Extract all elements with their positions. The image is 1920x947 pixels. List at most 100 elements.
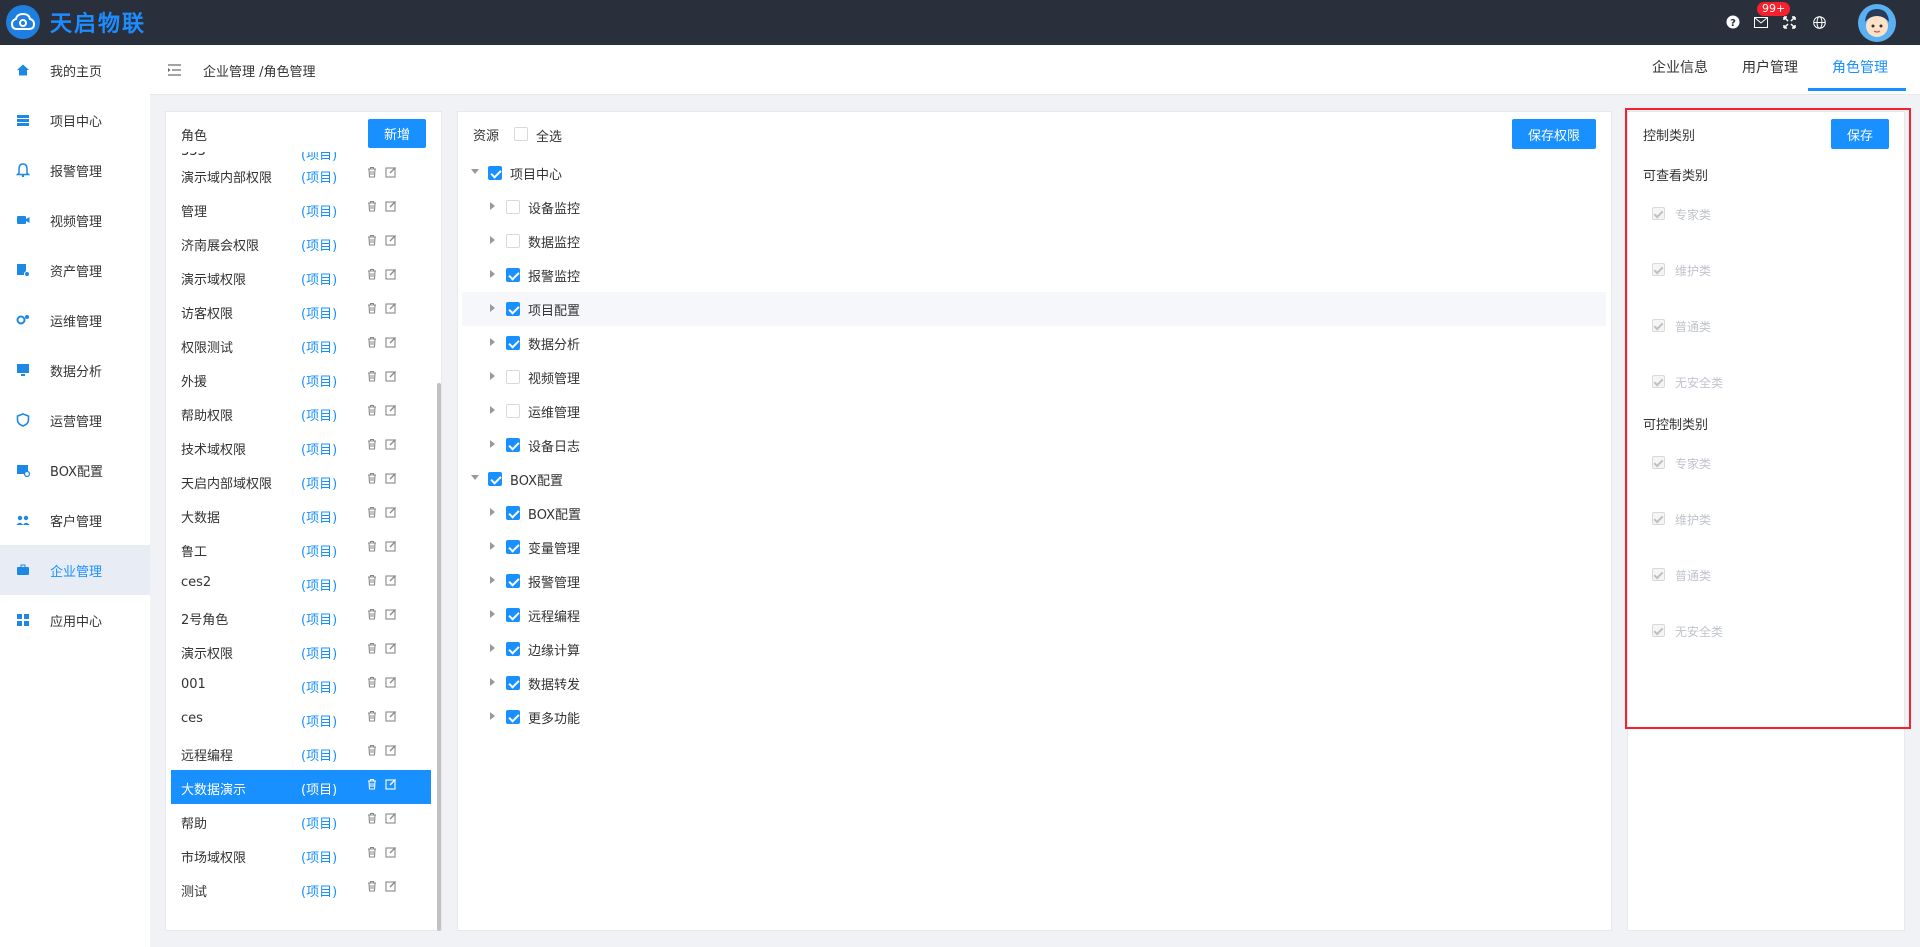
caret-right-icon[interactable] (490, 542, 495, 550)
role-row[interactable]: 外援 (项目) (171, 362, 431, 396)
role-row-selected[interactable]: 大数据演示 (项目) (171, 770, 431, 804)
tree-node[interactable]: 数据监控 (462, 224, 1606, 258)
role-row[interactable]: 访客权限 (项目) (171, 294, 431, 328)
tree-checkbox[interactable] (506, 642, 520, 656)
tree-node[interactable]: 数据转发 (462, 666, 1606, 700)
delete-icon[interactable] (366, 404, 378, 416)
select-all-checkbox[interactable] (514, 127, 528, 141)
edit-icon[interactable] (385, 710, 397, 722)
tree-checkbox[interactable] (488, 166, 502, 180)
role-row[interactable]: 市场域权限 (项目) (171, 838, 431, 872)
edit-icon[interactable] (385, 268, 397, 280)
role-row[interactable]: 演示域权限 (项目) (171, 260, 431, 294)
globe-icon[interactable] (1810, 13, 1828, 31)
tree-checkbox[interactable] (506, 234, 520, 248)
edit-icon[interactable] (385, 404, 397, 416)
tree-node[interactable]: 视频管理 (462, 360, 1606, 394)
role-row[interactable]: ces2 (项目) (171, 566, 431, 600)
edit-icon[interactable] (385, 846, 397, 858)
caret-down-icon[interactable] (471, 169, 479, 174)
caret-right-icon[interactable] (490, 440, 495, 448)
delete-icon[interactable] (366, 166, 378, 178)
tree-node[interactable]: BOX配置 (462, 496, 1606, 530)
sidebar-item-home[interactable]: 我的主页 (0, 45, 150, 95)
viewable-category-checkbox[interactable] (1652, 207, 1665, 220)
delete-icon[interactable] (366, 540, 378, 552)
tab-role-management[interactable]: 角色管理 (1832, 57, 1888, 77)
tree-checkbox[interactable] (506, 370, 520, 384)
role-row[interactable]: 技术域权限 (项目) (171, 430, 431, 464)
sidebar-item-analytics[interactable]: 数据分析 (0, 345, 150, 395)
edit-icon[interactable] (385, 574, 397, 586)
role-row[interactable]: 帮助权限 (项目) (171, 396, 431, 430)
delete-icon[interactable] (366, 506, 378, 518)
tree-checkbox[interactable] (488, 472, 502, 486)
edit-icon[interactable] (385, 438, 397, 450)
edit-icon[interactable] (385, 642, 397, 654)
role-row[interactable]: 天启内部域权限 (项目) (171, 464, 431, 498)
delete-icon[interactable] (366, 268, 378, 280)
role-row[interactable]: 远程编程 (项目) (171, 736, 431, 770)
controllable-category-checkbox[interactable] (1652, 512, 1665, 525)
delete-icon[interactable] (366, 676, 378, 688)
tree-node[interactable]: 报警监控 (462, 258, 1606, 292)
caret-right-icon[interactable] (490, 712, 495, 720)
role-row[interactable]: 演示域内部权限 (项目) (171, 158, 431, 192)
sidebar-item-projects[interactable]: 项目中心 (0, 95, 150, 145)
caret-right-icon[interactable] (490, 236, 495, 244)
controllable-category-checkbox[interactable] (1652, 624, 1665, 637)
edit-icon[interactable] (385, 540, 397, 552)
delete-icon[interactable] (366, 744, 378, 756)
tree-node[interactable]: 设备监控 (462, 190, 1606, 224)
role-row[interactable]: 2号角色 (项目) (171, 600, 431, 634)
tree-node[interactable]: 变量管理 (462, 530, 1606, 564)
role-row[interactable]: 管理 (项目) (171, 192, 431, 226)
tree-checkbox[interactable] (506, 302, 520, 316)
tree-node-parent[interactable]: BOX配置 (462, 462, 1606, 496)
caret-right-icon[interactable] (490, 202, 495, 210)
controllable-category-checkbox[interactable] (1652, 568, 1665, 581)
delete-icon[interactable] (366, 234, 378, 246)
edit-icon[interactable] (385, 370, 397, 382)
caret-down-icon[interactable] (471, 475, 479, 480)
role-row[interactable]: 001 (项目) (171, 668, 431, 702)
role-row[interactable]: 测试 (项目) (171, 872, 431, 906)
sidebar-item-assets[interactable]: 资产管理 (0, 245, 150, 295)
viewable-category-checkbox[interactable] (1652, 375, 1665, 388)
delete-icon[interactable] (366, 200, 378, 212)
role-row[interactable]: 帮助 (项目) (171, 804, 431, 838)
user-avatar[interactable] (1858, 4, 1896, 42)
tree-checkbox[interactable] (506, 336, 520, 350)
role-row[interactable]: 济南展会权限 (项目) (171, 226, 431, 260)
sidebar-item-video[interactable]: 视频管理 (0, 195, 150, 245)
caret-right-icon[interactable] (490, 338, 495, 346)
tree-checkbox[interactable] (506, 608, 520, 622)
tree-node[interactable]: 项目配置 (462, 292, 1606, 326)
viewable-category-checkbox[interactable] (1652, 263, 1665, 276)
edit-icon[interactable] (385, 166, 397, 178)
delete-icon[interactable] (366, 472, 378, 484)
tab-user-management[interactable]: 用户管理 (1742, 57, 1798, 77)
caret-right-icon[interactable] (490, 610, 495, 618)
tree-node[interactable]: 数据分析 (462, 326, 1606, 360)
caret-right-icon[interactable] (490, 508, 495, 516)
sidebar-item-maintenance[interactable]: 运维管理 (0, 295, 150, 345)
delete-icon[interactable] (366, 642, 378, 654)
edit-icon[interactable] (385, 880, 397, 892)
edit-icon[interactable] (385, 608, 397, 620)
tree-checkbox[interactable] (506, 404, 520, 418)
viewable-category-checkbox[interactable] (1652, 319, 1665, 332)
role-list-scrollbar[interactable] (437, 383, 441, 931)
edit-icon[interactable] (385, 812, 397, 824)
edit-icon[interactable] (385, 336, 397, 348)
tree-node[interactable]: 更多功能 (462, 700, 1606, 734)
delete-icon[interactable] (366, 812, 378, 824)
role-row[interactable]: 权限测试 (项目) (171, 328, 431, 362)
tree-checkbox[interactable] (506, 200, 520, 214)
role-row[interactable]: 大数据 (项目) (171, 498, 431, 532)
role-row[interactable]: 演示权限 (项目) (171, 634, 431, 668)
controllable-category-checkbox[interactable] (1652, 456, 1665, 469)
tree-node[interactable]: 设备日志 (462, 428, 1606, 462)
edit-icon[interactable] (385, 778, 397, 790)
caret-right-icon[interactable] (490, 270, 495, 278)
